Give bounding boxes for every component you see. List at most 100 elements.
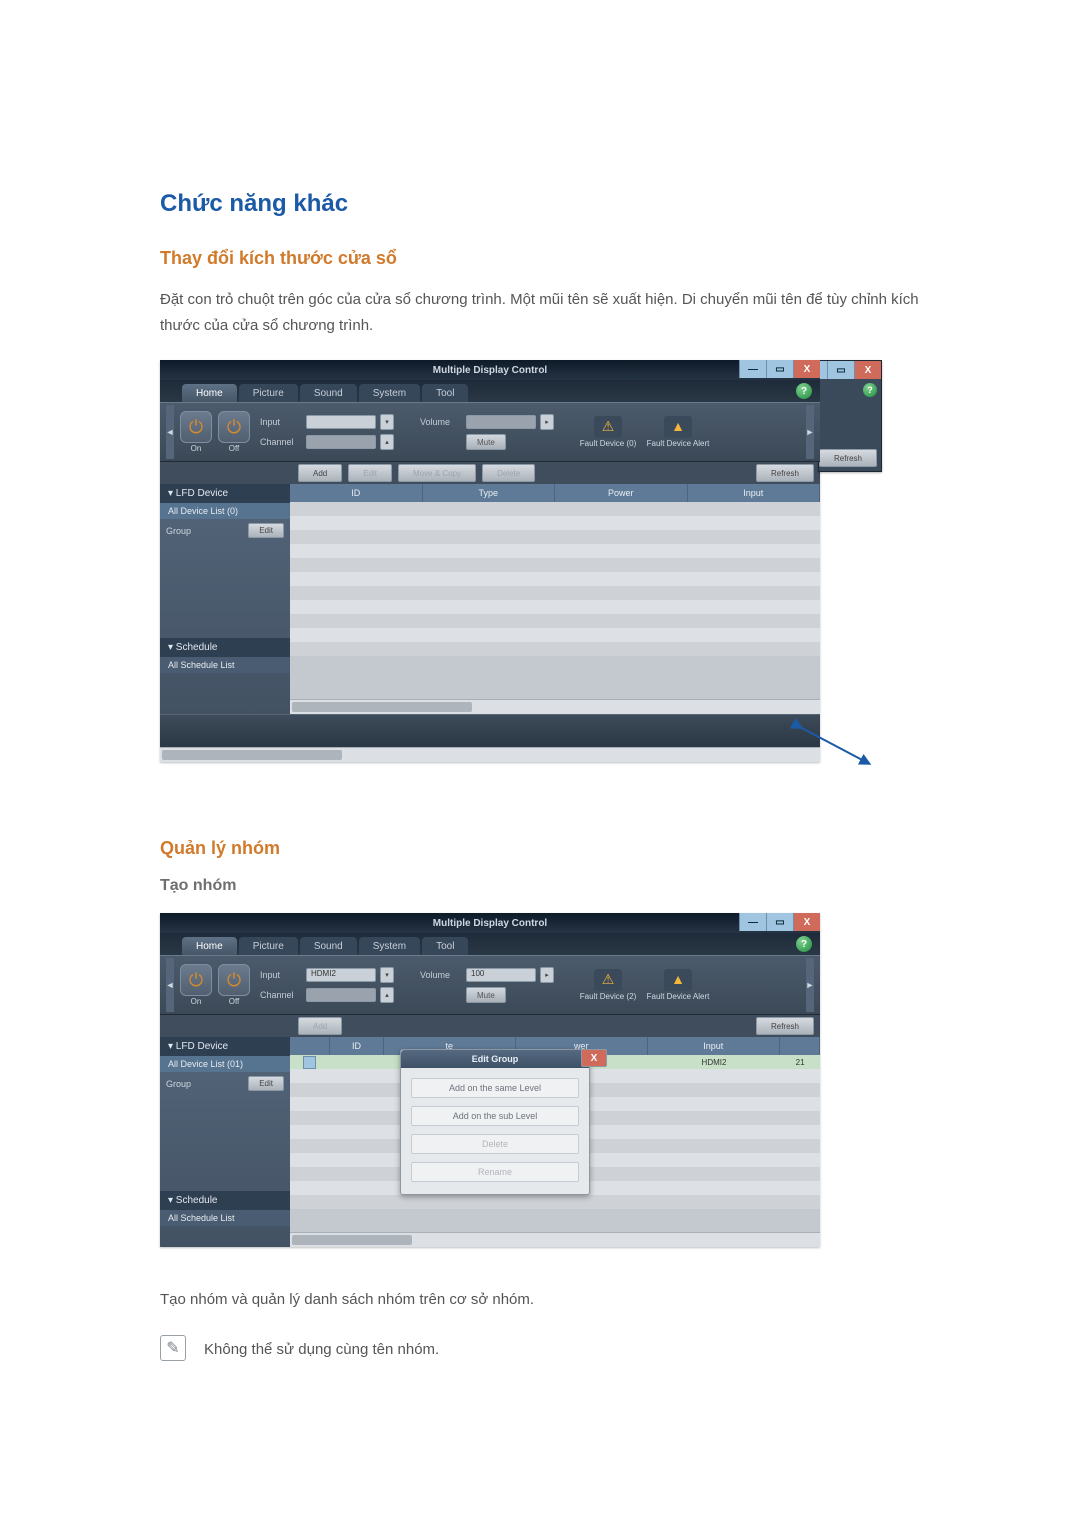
toolbar-scroll-right-icon[interactable]: ►	[806, 958, 814, 1012]
action-button-bar: Add Edit Move & Copy Delete Refresh	[160, 462, 820, 484]
tab-home[interactable]: Home	[182, 384, 237, 402]
tab-system[interactable]: System	[359, 937, 420, 955]
win-maximize-icon[interactable]: ▭	[766, 360, 793, 378]
tab-tool[interactable]: Tool	[422, 384, 468, 402]
help-icon[interactable]: ?	[796, 936, 812, 952]
power-off-button[interactable]: ⏻	[218, 964, 250, 996]
side-schedule-header[interactable]: ▾ Schedule	[160, 1191, 290, 1210]
side-all-schedule[interactable]: All Schedule List	[160, 1210, 290, 1226]
table-row[interactable]	[290, 600, 820, 614]
tab-system[interactable]: System	[359, 384, 420, 402]
refresh-button[interactable]: Refresh	[756, 1017, 814, 1035]
input-dropdown-icon[interactable]: ▾	[380, 414, 394, 430]
channel-stepper-icon[interactable]: ▴	[380, 434, 394, 450]
fault-alert-icon[interactable]: ▲	[664, 416, 692, 438]
win-close-icon[interactable]: X	[854, 361, 881, 379]
input-select[interactable]: HDMI2	[306, 968, 376, 982]
tab-picture[interactable]: Picture	[239, 384, 298, 402]
horizontal-scrollbar[interactable]	[160, 747, 820, 762]
channel-field[interactable]	[306, 435, 376, 449]
app-title: Multiple Display Control	[433, 918, 547, 929]
mute-button[interactable]: Mute	[466, 434, 506, 450]
dialog-delete-button[interactable]: Delete	[411, 1134, 579, 1154]
channel-stepper-icon[interactable]: ▴	[380, 987, 394, 1003]
help-icon[interactable]: ?	[863, 383, 877, 397]
input-label: Input	[260, 970, 302, 980]
input-select[interactable]	[306, 415, 376, 429]
menu-tabs: ? Home Picture Sound System Tool	[160, 933, 820, 955]
menu-tabs: ? Home Picture Sound System Tool	[160, 380, 820, 402]
col-id[interactable]: ID	[290, 484, 423, 502]
power-on-button[interactable]: ⏻	[180, 964, 212, 996]
table-row[interactable]	[290, 628, 820, 642]
table-row[interactable]	[290, 558, 820, 572]
help-icon[interactable]: ?	[796, 383, 812, 399]
col-type[interactable]: Type	[423, 484, 556, 502]
row-checkbox[interactable]	[303, 1056, 316, 1069]
dialog-rename-button[interactable]: Rename	[411, 1162, 579, 1182]
win-minimize-icon[interactable]: —	[739, 360, 766, 378]
power-on-button[interactable]: ⏻	[180, 411, 212, 443]
tab-picture[interactable]: Picture	[239, 937, 298, 955]
side-all-devices[interactable]: All Device List (01)	[160, 1056, 290, 1072]
fault-alert-icon[interactable]: ▲	[664, 969, 692, 991]
col-id[interactable]: ID	[330, 1037, 383, 1055]
side-all-devices[interactable]: All Device List (0)	[160, 503, 290, 519]
volume-field[interactable]: 100	[466, 968, 536, 982]
toolbar-scroll-right-icon[interactable]: ►	[806, 405, 814, 459]
volume-field[interactable]	[466, 415, 536, 429]
win-minimize-icon[interactable]: —	[739, 913, 766, 931]
fault-device-icon[interactable]: ⚠	[594, 416, 622, 438]
col-input[interactable]: Input	[688, 484, 821, 502]
toolbar-scroll-left-icon[interactable]: ◄	[166, 958, 174, 1012]
table-row[interactable]	[290, 642, 820, 656]
fault-device-icon[interactable]: ⚠	[594, 969, 622, 991]
group-edit-button[interactable]: Edit	[248, 1076, 284, 1091]
add-button[interactable]: Add	[298, 464, 342, 482]
side-lfd-header[interactable]: ▾ LFD Device	[160, 484, 290, 503]
table-row[interactable]	[290, 572, 820, 586]
dialog-close-button[interactable]: X	[581, 1049, 607, 1067]
col-input[interactable]: Input	[648, 1037, 780, 1055]
horizontal-scrollbar[interactable]	[290, 1232, 820, 1247]
edit-button[interactable]: Edit	[348, 464, 392, 482]
side-all-schedule[interactable]: All Schedule List	[160, 657, 290, 673]
add-sub-level-button[interactable]: Add on the sub Level	[411, 1106, 579, 1126]
table-row[interactable]	[290, 1195, 820, 1209]
mute-button[interactable]: Mute	[466, 987, 506, 1003]
horizontal-scrollbar[interactable]	[290, 699, 820, 714]
volume-stepper-icon[interactable]: ▸	[540, 967, 554, 983]
col-power[interactable]: Power	[555, 484, 688, 502]
app-screenshot-group: Multiple Display Control — ▭ X ? Home Pi…	[160, 913, 820, 1247]
volume-label: Volume	[420, 970, 462, 980]
channel-field[interactable]	[306, 988, 376, 1002]
win-maximize-icon[interactable]: ▭	[766, 913, 793, 931]
power-off-button[interactable]: ⏻	[218, 411, 250, 443]
tab-sound[interactable]: Sound	[300, 937, 357, 955]
add-button[interactable]: Add	[298, 1017, 342, 1035]
move-copy-button[interactable]: Move & Copy	[398, 464, 476, 482]
tab-tool[interactable]: Tool	[422, 937, 468, 955]
table-row[interactable]	[290, 614, 820, 628]
group-edit-button[interactable]: Edit	[248, 523, 284, 538]
table-row[interactable]	[290, 586, 820, 600]
tab-home[interactable]: Home	[182, 937, 237, 955]
add-same-level-button[interactable]: Add on the same Level	[411, 1078, 579, 1098]
win-maximize-icon[interactable]: ▭	[827, 361, 854, 379]
delete-button[interactable]: Delete	[482, 464, 535, 482]
refresh-button[interactable]: Refresh	[819, 449, 877, 467]
table-row[interactable]	[290, 544, 820, 558]
side-schedule-header[interactable]: ▾ Schedule	[160, 638, 290, 657]
tab-sound[interactable]: Sound	[300, 384, 357, 402]
table-row[interactable]	[290, 516, 820, 530]
volume-stepper-icon[interactable]: ▸	[540, 414, 554, 430]
side-group-row: Group Edit	[160, 519, 290, 542]
side-lfd-header[interactable]: ▾ LFD Device	[160, 1037, 290, 1056]
win-close-icon[interactable]: X	[793, 360, 820, 378]
toolbar-scroll-left-icon[interactable]: ◄	[166, 405, 174, 459]
win-close-icon[interactable]: X	[793, 913, 820, 931]
table-row[interactable]	[290, 530, 820, 544]
table-row[interactable]	[290, 502, 820, 516]
refresh-button[interactable]: Refresh	[756, 464, 814, 482]
input-dropdown-icon[interactable]: ▾	[380, 967, 394, 983]
